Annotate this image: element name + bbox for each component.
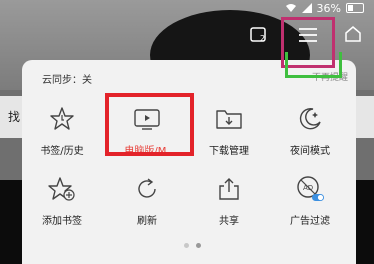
menu-item-label: 书签/历史 — [40, 146, 84, 157]
share-icon — [219, 178, 239, 200]
menu-item-label: 共享 — [219, 216, 239, 227]
menu-item-night-mode[interactable]: 夜间模式 — [274, 98, 346, 168]
menu-item-share[interactable]: 共享 — [193, 168, 265, 238]
menu-item-label: 下载管理 — [209, 146, 249, 157]
status-bar: 36% — [285, 0, 364, 16]
menu-item-label: 添加书签 — [42, 216, 82, 227]
tabs-icon[interactable]: 2 — [249, 24, 269, 44]
page-dot-active[interactable] — [196, 243, 201, 248]
page-background-text: 找 — [8, 110, 21, 124]
refresh-icon — [138, 178, 156, 198]
menu-item-label: 广告过滤 — [290, 216, 330, 227]
menu-panel: 云同步：关 不再提醒 书签/历史 电脑版/M. 下载管理 夜间模式 添加书签 刷… — [22, 60, 356, 264]
page-dot[interactable] — [184, 243, 189, 248]
battery-icon — [346, 3, 364, 13]
download-folder-icon — [216, 110, 242, 129]
svg-text:AD: AD — [303, 184, 313, 192]
battery-percent: 36% — [316, 1, 341, 15]
page-indicator — [184, 243, 201, 248]
menu-item-download-manager[interactable]: 下载管理 — [193, 98, 265, 168]
wifi-icon — [285, 4, 296, 12]
menu-item-add-bookmark[interactable]: 添加书签 — [26, 168, 98, 238]
menu-item-refresh[interactable]: 刷新 — [111, 168, 183, 238]
home-icon[interactable] — [343, 24, 363, 44]
ad-filter-icon: AD — [297, 176, 324, 201]
menu-item-ad-filter[interactable]: AD 广告过滤 — [274, 168, 346, 238]
star-icon — [50, 107, 74, 130]
svg-text:2: 2 — [260, 34, 265, 43]
highlight-box-red — [105, 93, 194, 156]
highlight-box-green — [285, 52, 342, 78]
add-bookmark-icon — [48, 177, 75, 201]
moon-icon — [299, 108, 321, 130]
menu-item-label: 刷新 — [137, 216, 157, 227]
menu-item-label: 夜间模式 — [290, 146, 330, 157]
cloud-sync-status[interactable]: 云同步：关 — [42, 71, 92, 86]
signal-icon — [301, 3, 312, 13]
menu-item-bookmarks-history[interactable]: 书签/历史 — [26, 98, 98, 168]
